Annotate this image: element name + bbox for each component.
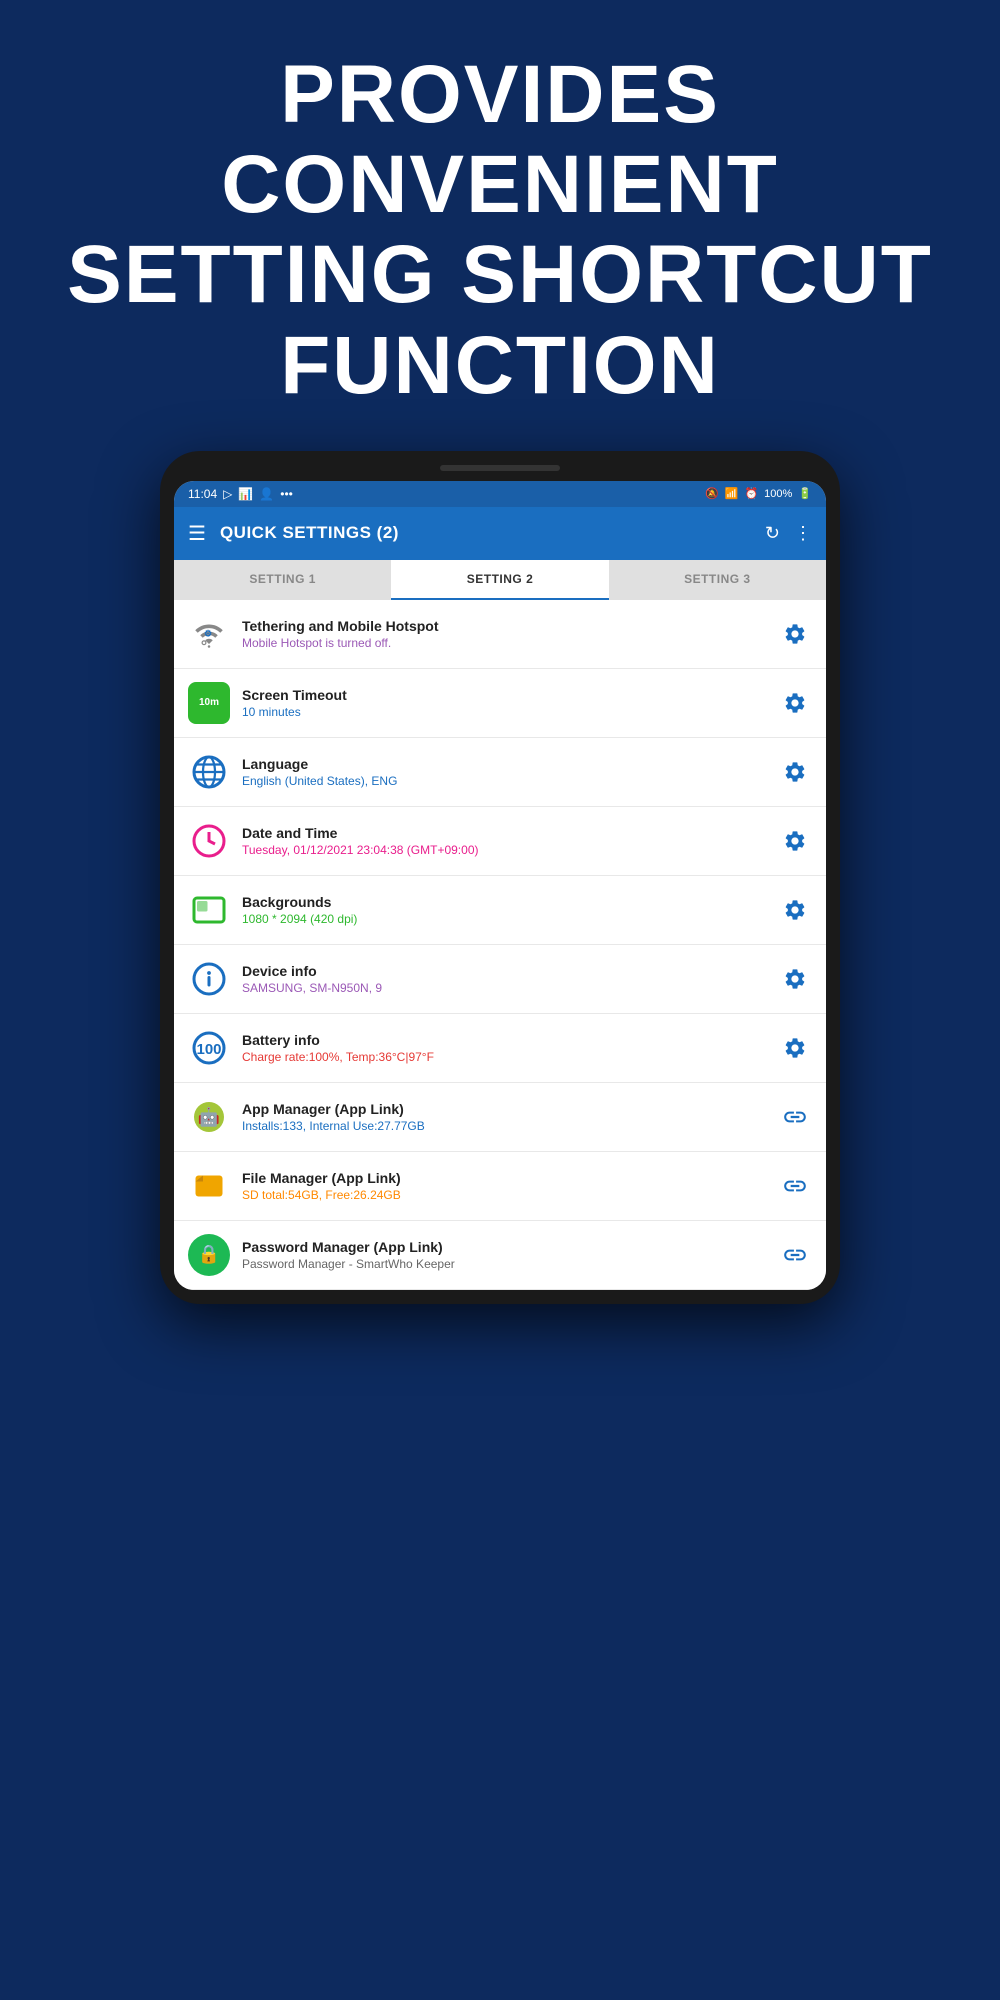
setting-item-app-manager[interactable]: 🤖 App Manager (App Link) Installs:133, I… [174, 1083, 826, 1152]
setting-content-battery-info: Battery info Charge rate:100%, Temp:36°C… [242, 1032, 778, 1064]
app-bar-title: QUICK SETTINGS (2) [220, 523, 765, 543]
setting-item-screen-timeout[interactable]: 10m Screen Timeout 10 minutes [174, 669, 826, 738]
setting-item-language[interactable]: Language English (United States), ENG [174, 738, 826, 807]
svg-text:⚙: ⚙ [204, 628, 212, 638]
setting-item-device-info[interactable]: Device info SAMSUNG, SM-N950N, 9 [174, 945, 826, 1014]
tab-setting2[interactable]: SETTING 2 [391, 560, 608, 600]
status-alarm-icon: ⏰ [744, 487, 758, 500]
svg-text:100: 100 [196, 1041, 221, 1058]
status-right: 🔕 📶 ⏰ 100% 🔋 [705, 487, 812, 500]
status-battery-icon: 🔋 [798, 487, 812, 500]
setting-content-tethering: Tethering and Mobile Hotspot Mobile Hots… [242, 618, 778, 650]
setting-icon-app-manager: 🤖 [188, 1096, 230, 1138]
app-bar-actions: ↻ ⋮ [765, 523, 812, 544]
setting-subtitle-tethering: Mobile Hotspot is turned off. [242, 636, 778, 650]
setting-item-backgrounds[interactable]: Backgrounds 1080 * 2094 (420 dpi) [174, 876, 826, 945]
setting-subtitle-battery-info: Charge rate:100%, Temp:36°C|97°F [242, 1050, 778, 1064]
phone-notch [440, 465, 560, 471]
setting-title-tethering: Tethering and Mobile Hotspot [242, 618, 778, 634]
status-left: 11:04 ▷ 📊 👤 ••• [188, 487, 293, 501]
setting-content-app-manager: App Manager (App Link) Installs:133, Int… [242, 1101, 778, 1133]
setting-subtitle-app-manager: Installs:133, Internal Use:27.77GB [242, 1119, 778, 1133]
hero-section: PROVIDES CONVENIENT SETTING SHORTCUT FUN… [0, 0, 1000, 451]
app-bar: ☰ QUICK SETTINGS (2) ↻ ⋮ [174, 507, 826, 560]
status-person-icon: 👤 [259, 487, 274, 501]
setting-content-file-manager: File Manager (App Link) SD total:54GB, F… [242, 1170, 778, 1202]
setting-title-battery-info: Battery info [242, 1032, 778, 1048]
setting-title-backgrounds: Backgrounds [242, 894, 778, 910]
status-wifi-icon: 📶 [725, 487, 739, 500]
status-battery-text: 100% [764, 488, 792, 500]
setting-subtitle-date-time: Tuesday, 01/12/2021 23:04:38 (GMT+09:00) [242, 843, 778, 857]
setting-title-file-manager: File Manager (App Link) [242, 1170, 778, 1186]
setting-title-date-time: Date and Time [242, 825, 778, 841]
setting-content-date-time: Date and Time Tuesday, 01/12/2021 23:04:… [242, 825, 778, 857]
setting-icon-date-time [188, 820, 230, 862]
setting-title-password-manager: Password Manager (App Link) [242, 1239, 778, 1255]
tab-setting1[interactable]: SETTING 1 [174, 560, 391, 600]
status-bar: 11:04 ▷ 📊 👤 ••• 🔕 📶 ⏰ 100% 🔋 [174, 481, 826, 507]
setting-action-screen-timeout[interactable] [778, 686, 812, 720]
setting-subtitle-device-info: SAMSUNG, SM-N950N, 9 [242, 981, 778, 995]
tab-setting3[interactable]: SETTING 3 [609, 560, 826, 600]
setting-action-language[interactable] [778, 755, 812, 789]
setting-title-device-info: Device info [242, 963, 778, 979]
setting-subtitle-backgrounds: 1080 * 2094 (420 dpi) [242, 912, 778, 926]
setting-item-date-time[interactable]: Date and Time Tuesday, 01/12/2021 23:04:… [174, 807, 826, 876]
setting-action-password-manager[interactable] [778, 1238, 812, 1272]
setting-icon-screen-timeout: 10m [188, 682, 230, 724]
setting-icon-battery-info: 100 [188, 1027, 230, 1069]
setting-icon-tethering: ⚙ [188, 613, 230, 655]
svg-text:🤖: 🤖 [198, 1106, 220, 1127]
setting-action-app-manager[interactable] [778, 1100, 812, 1134]
setting-subtitle-language: English (United States), ENG [242, 774, 778, 788]
status-dots: ••• [280, 487, 293, 501]
refresh-button[interactable]: ↻ [765, 523, 780, 544]
setting-content-password-manager: Password Manager (App Link) Password Man… [242, 1239, 778, 1271]
setting-icon-device-info [188, 958, 230, 1000]
more-button[interactable]: ⋮ [794, 523, 812, 544]
status-chart-icon: 📊 [238, 487, 253, 501]
setting-subtitle-file-manager: SD total:54GB, Free:26.24GB [242, 1188, 778, 1202]
setting-action-file-manager[interactable] [778, 1169, 812, 1203]
setting-icon-password-manager: 🔒 [188, 1234, 230, 1276]
setting-content-language: Language English (United States), ENG [242, 756, 778, 788]
setting-action-tethering[interactable] [778, 617, 812, 651]
setting-icon-language [188, 751, 230, 793]
status-play-icon: ▷ [223, 487, 232, 501]
setting-content-screen-timeout: Screen Timeout 10 minutes [242, 687, 778, 719]
setting-icon-file-manager [188, 1165, 230, 1207]
setting-action-battery-info[interactable] [778, 1031, 812, 1065]
status-mute-icon: 🔕 [705, 487, 719, 500]
phone-wrapper: 11:04 ▷ 📊 👤 ••• 🔕 📶 ⏰ 100% 🔋 ☰ QUICK SET [0, 451, 1000, 1304]
phone-screen: 11:04 ▷ 📊 👤 ••• 🔕 📶 ⏰ 100% 🔋 ☰ QUICK SET [174, 481, 826, 1290]
setting-subtitle-password-manager: Password Manager - SmartWho Keeper [242, 1257, 778, 1271]
setting-content-backgrounds: Backgrounds 1080 * 2094 (420 dpi) [242, 894, 778, 926]
tabs-container: SETTING 1 SETTING 2 SETTING 3 [174, 560, 826, 600]
setting-icon-backgrounds [188, 889, 230, 931]
setting-item-tethering[interactable]: ⚙ Tethering and Mobile Hotspot Mobile Ho… [174, 600, 826, 669]
setting-content-device-info: Device info SAMSUNG, SM-N950N, 9 [242, 963, 778, 995]
status-time: 11:04 [188, 487, 217, 501]
settings-list: ⚙ Tethering and Mobile Hotspot Mobile Ho… [174, 600, 826, 1290]
setting-action-date-time[interactable] [778, 824, 812, 858]
setting-item-battery-info[interactable]: 100 Battery info Charge rate:100%, Temp:… [174, 1014, 826, 1083]
setting-subtitle-screen-timeout: 10 minutes [242, 705, 778, 719]
setting-title-app-manager: App Manager (App Link) [242, 1101, 778, 1117]
setting-action-backgrounds[interactable] [778, 893, 812, 927]
setting-action-device-info[interactable] [778, 962, 812, 996]
setting-item-password-manager[interactable]: 🔒 Password Manager (App Link) Password M… [174, 1221, 826, 1290]
menu-button[interactable]: ☰ [188, 521, 206, 546]
setting-item-file-manager[interactable]: File Manager (App Link) SD total:54GB, F… [174, 1152, 826, 1221]
setting-title-screen-timeout: Screen Timeout [242, 687, 778, 703]
setting-title-language: Language [242, 756, 778, 772]
phone-frame: 11:04 ▷ 📊 👤 ••• 🔕 📶 ⏰ 100% 🔋 ☰ QUICK SET [160, 451, 840, 1304]
hero-title: PROVIDES CONVENIENT SETTING SHORTCUT FUN… [60, 50, 940, 411]
